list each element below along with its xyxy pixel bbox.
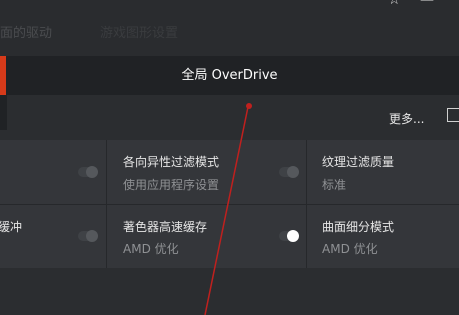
annotation-line: [204, 106, 249, 315]
annotation-dot: [246, 103, 252, 109]
annotation-arrow: [204, 103, 252, 315]
